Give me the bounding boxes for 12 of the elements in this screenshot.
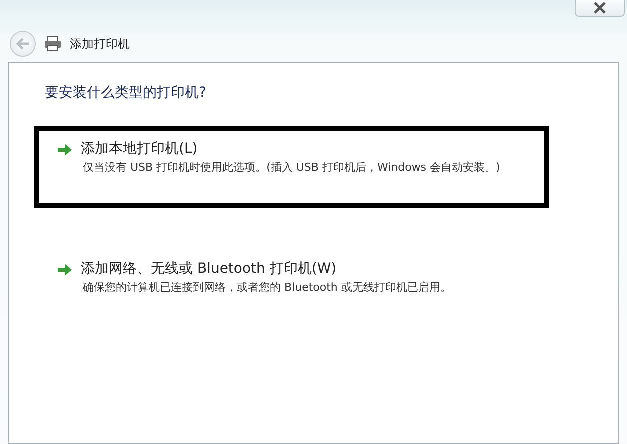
printer-icon <box>44 36 62 52</box>
option-link[interactable]: 添加本地打印机(L) <box>81 139 198 160</box>
option-link[interactable]: 添加网络、无线或 Bluetooth 打印机(W) <box>81 259 337 280</box>
back-arrow-icon <box>15 37 31 51</box>
close-button[interactable] <box>575 0 625 17</box>
arrow-icon <box>57 142 73 156</box>
close-icon <box>593 2 607 14</box>
window-title: 添加打印机 <box>70 36 130 53</box>
arrow-icon <box>57 262 73 276</box>
question-heading: 要安装什么类型的打印机? <box>45 84 208 103</box>
option-description: 确保您的计算机已连接到网络，或者您的 Bluetooth 或无线打印机已启用。 <box>83 280 452 296</box>
option-description: 仅当没有 USB 打印机时使用此选项。(插入 USB 打印机后，Windows 会自动安装。) <box>83 160 502 176</box>
